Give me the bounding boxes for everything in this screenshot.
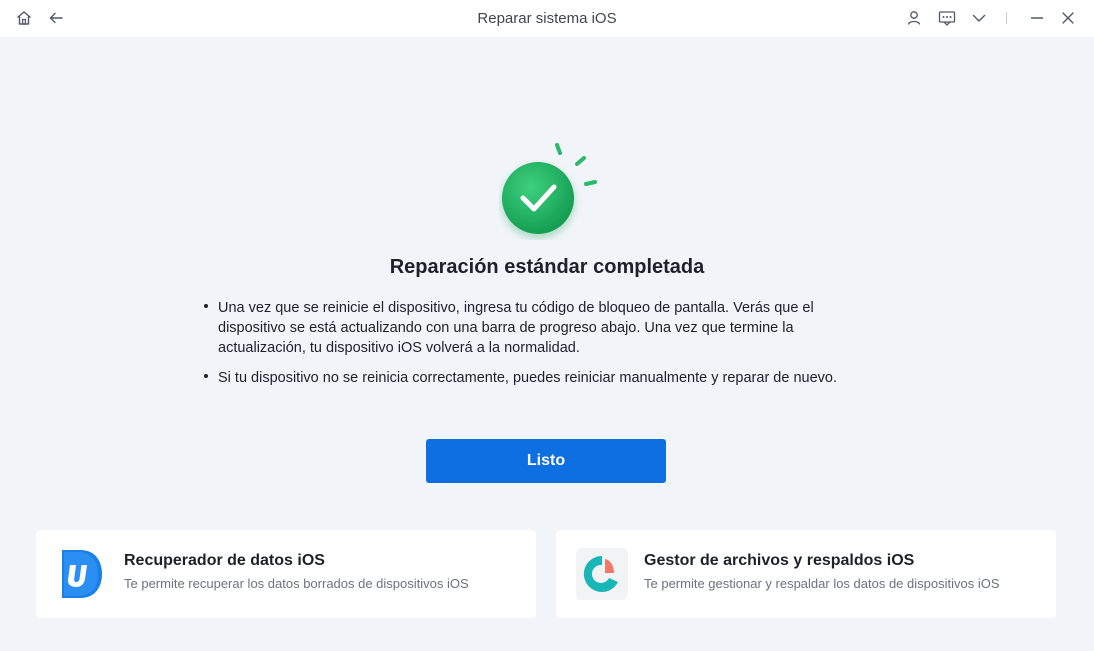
done-button[interactable]: Listo — [426, 439, 666, 483]
instruction-list: Una vez que se reinicie el dispositivo, … — [202, 298, 882, 398]
instruction-item: Una vez que se reinicie el dispositivo, … — [202, 298, 882, 358]
user-icon[interactable] — [905, 9, 923, 27]
card-title: Recuperador de datos iOS — [124, 552, 325, 569]
chevron-down-icon[interactable] — [970, 9, 988, 27]
instruction-item: Si tu dispositivo no se reinicia correct… — [202, 368, 882, 388]
file-manager-card[interactable]: Gestor de archivos y respaldos iOS Te pe… — [556, 530, 1056, 618]
title-bar: Reparar sistema iOS — [0, 0, 1094, 37]
card-description: Te permite recuperar los datos borrados … — [124, 576, 469, 591]
window-title: Reparar sistema iOS — [477, 10, 617, 27]
close-icon[interactable] — [1059, 9, 1077, 27]
file-manager-logo-icon — [576, 548, 628, 600]
feedback-icon[interactable] — [938, 9, 956, 27]
card-description: Te permite gestionar y respaldar los dat… — [644, 576, 1000, 591]
card-title: Gestor de archivos y respaldos iOS — [644, 552, 915, 569]
minimize-icon[interactable] — [1028, 9, 1046, 27]
data-recovery-logo-icon — [56, 548, 108, 600]
title-bar-divider — [1006, 12, 1007, 24]
data-recovery-card[interactable]: Recuperador de datos iOS Te permite recu… — [36, 530, 536, 618]
result-heading: Reparación estándar completada — [389, 256, 705, 278]
success-check-icon — [499, 140, 604, 240]
